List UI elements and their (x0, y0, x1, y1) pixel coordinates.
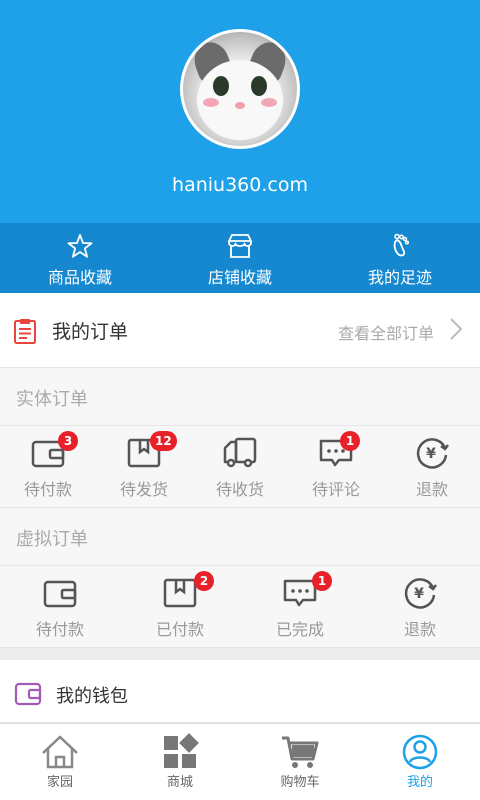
clipboard-icon (14, 319, 36, 344)
virtual-orders-label: 虚拟订单 (16, 529, 88, 550)
box-icon (163, 578, 197, 608)
star-icon (67, 234, 93, 258)
physical-pending-shipment-button[interactable]: 12 待发货 (96, 426, 192, 507)
notification-badge: 1 (312, 571, 332, 591)
section-divider (0, 648, 480, 660)
site-name: haniu360.com (172, 174, 308, 196)
virtual-paid-label: 已付款 (155, 620, 204, 639)
physical-refund-button[interactable]: ¥ 退款 (384, 426, 480, 507)
physical-pending-payment-label: 待付款 (23, 480, 72, 499)
view-all-orders-link[interactable]: 查看全部订单 (338, 320, 434, 344)
physical-orders-label: 实体订单 (16, 389, 88, 410)
physical-pending-review-button[interactable]: 1 待评论 (288, 426, 384, 507)
virtual-completed-button[interactable]: 1 已完成 (240, 566, 360, 647)
my-orders-row[interactable]: 我的订单 查看全部订单 (0, 293, 480, 368)
cat-blush-left (203, 98, 219, 107)
svg-text:¥: ¥ (414, 586, 424, 602)
virtual-refund-button[interactable]: ¥ 退款 (360, 566, 480, 647)
notification-badge: 1 (340, 431, 360, 451)
bottom-tab-bar: 家园 商城 购物车 我的 (0, 723, 480, 800)
footprint-button[interactable]: 我的足迹 (320, 223, 480, 293)
product-favorites-label: 商品收藏 (47, 268, 112, 287)
store-favorites-label: 店铺收藏 (207, 268, 272, 287)
my-orders-title: 我的订单 (52, 321, 129, 343)
footprint-label: 我的足迹 (367, 268, 432, 287)
chevron-right-icon (450, 318, 463, 340)
notification-badge: 2 (194, 571, 214, 591)
home-icon (42, 735, 78, 769)
grid-icon (164, 733, 199, 768)
avatar[interactable] (180, 29, 300, 149)
store-favorites-button[interactable]: 店铺收藏 (160, 223, 320, 293)
refund-icon: ¥ (416, 438, 449, 469)
virtual-paid-button[interactable]: 2 已付款 (120, 566, 240, 647)
cat-eye-left (213, 76, 229, 96)
my-wallet-row[interactable]: 我的钱包 (0, 660, 480, 723)
svg-text:¥: ¥ (426, 446, 436, 462)
favorites-bar: 商品收藏 店铺收藏 我的足迹 (0, 223, 480, 293)
tab-mine[interactable]: 我的 (360, 724, 480, 800)
physical-pending-payment-button[interactable]: 3 待付款 (0, 426, 96, 507)
profile-header: haniu360.com (0, 0, 480, 223)
virtual-refund-label: 退款 (403, 620, 436, 639)
virtual-completed-label: 已完成 (275, 620, 324, 639)
store-icon (228, 234, 252, 258)
virtual-pending-payment-button[interactable]: 待付款 (0, 566, 120, 647)
virtual-orders-section: 虚拟订单 (0, 508, 480, 566)
wallet-icon (43, 580, 77, 608)
tab-home[interactable]: 家园 (0, 724, 120, 800)
cat-nose (235, 102, 245, 109)
tab-home-label: 家园 (46, 775, 73, 790)
physical-pending-receipt-label: 待收货 (215, 480, 264, 499)
notification-badge: 3 (58, 431, 78, 451)
tab-cart[interactable]: 购物车 (240, 724, 360, 800)
physical-pending-receipt-button[interactable]: 待收货 (192, 426, 288, 507)
truck-icon (223, 437, 257, 468)
tab-mall[interactable]: 商城 (120, 724, 240, 800)
my-wallet-title: 我的钱包 (56, 686, 128, 707)
physical-pending-review-label: 待评论 (311, 480, 360, 499)
physical-orders-section: 实体订单 (0, 368, 480, 426)
physical-pending-shipment-label: 待发货 (119, 480, 168, 499)
notification-badge: 12 (150, 431, 177, 451)
virtual-pending-payment-label: 待付款 (35, 620, 84, 639)
tab-mall-label: 商城 (166, 775, 193, 790)
user-icon (402, 734, 438, 770)
physical-orders-row: 3 待付款 12 待发货 待收货 1 待评论 ¥ 退款 (0, 426, 480, 508)
virtual-orders-row: 待付款 2 已付款 1 已完成 ¥ 退款 (0, 566, 480, 648)
refund-icon: ¥ (404, 578, 437, 609)
cart-icon (282, 736, 319, 768)
footprint-icon (393, 233, 410, 257)
wallet-icon (14, 682, 42, 706)
product-favorites-button[interactable]: 商品收藏 (0, 223, 160, 293)
tab-cart-label: 购物车 (280, 775, 320, 790)
cat-blush-right (261, 98, 277, 107)
tab-mine-label: 我的 (406, 775, 433, 790)
cat-eye-right (251, 76, 267, 96)
physical-refund-label: 退款 (415, 480, 448, 499)
